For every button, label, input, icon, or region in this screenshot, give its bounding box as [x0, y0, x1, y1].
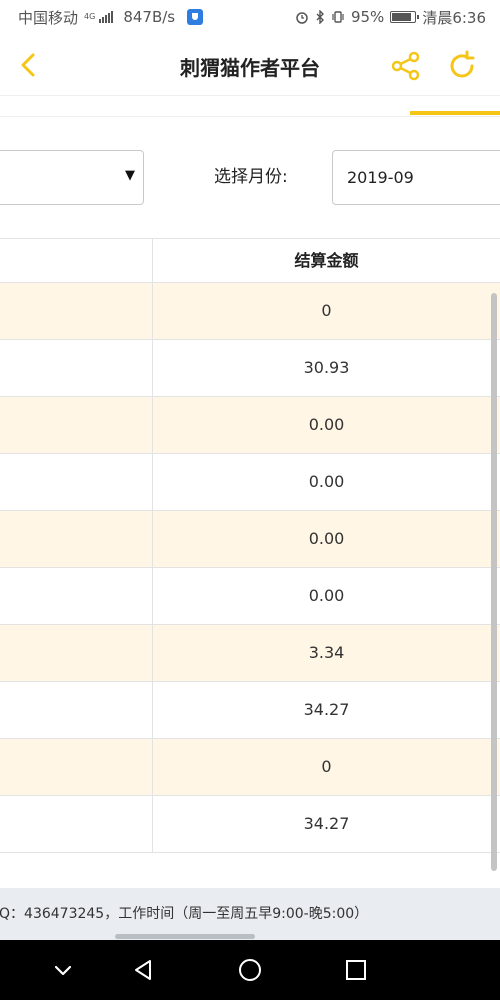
amount-cell: 34.27 — [303, 814, 350, 833]
table-cell — [0, 283, 152, 339]
contact-info-text: QQ：436473245，工作时间（周一至周五早9:00-晚5:00） — [0, 906, 369, 922]
table-header: 结算金额 — [0, 238, 500, 283]
vertical-scrollbar[interactable] — [491, 293, 497, 871]
refresh-icon[interactable] — [446, 50, 478, 82]
table-cell — [0, 739, 152, 795]
share-icon[interactable] — [390, 50, 422, 82]
battery-icon — [390, 11, 420, 23]
amount-cell: 34.27 — [303, 700, 350, 719]
header-settlement-amount: 结算金额 — [294, 251, 359, 270]
amount-cell: 0 — [321, 301, 332, 320]
settlement-table: 结算金额 0 30.93 0.00 0.00 0.00 0.00 3.34 34… — [0, 238, 500, 853]
system-nav-bar — [0, 940, 500, 1000]
table-cell — [0, 796, 152, 852]
active-tab-indicator — [410, 111, 500, 115]
amount-cell: 0.00 — [308, 415, 345, 434]
table-row: 0.00 — [0, 454, 500, 511]
status-left: 中国移动 4G 847B/s — [18, 7, 204, 28]
network-speed: 847B/s — [123, 8, 176, 26]
vibrate-icon — [332, 11, 344, 23]
table-row: 30.93 — [0, 340, 500, 397]
home-indicator[interactable] — [115, 934, 255, 939]
tab-divider — [0, 116, 500, 117]
dropdown-arrow-icon: ▼ — [125, 168, 135, 183]
amount-cell: 0.00 — [308, 586, 345, 605]
table-row: 0.00 — [0, 511, 500, 568]
network-type: 4G — [84, 12, 96, 21]
status-bar: 中国移动 4G 847B/s 95% 清晨6:36 — [0, 0, 500, 34]
amount-cell: 0.00 — [308, 472, 345, 491]
title-bar: 刺猬猫作者平台 — [0, 34, 500, 96]
table-cell — [0, 568, 152, 624]
table-cell — [0, 340, 152, 396]
nav-back-icon[interactable] — [128, 955, 158, 985]
bluetooth-icon — [316, 10, 324, 24]
carrier-label: 中国移动 — [18, 8, 79, 27]
amount-cell: 0 — [321, 757, 332, 776]
page-title: 刺猬猫作者平台 — [180, 56, 320, 80]
category-select[interactable]: ▼ — [0, 150, 144, 205]
clock: 清晨6:36 — [422, 8, 486, 27]
nav-home-icon[interactable] — [235, 955, 265, 985]
table-row: 0.00 — [0, 397, 500, 454]
month-input[interactable]: 2019-09 — [332, 150, 500, 205]
month-label: 选择月份: — [214, 167, 288, 187]
nav-recents-icon[interactable] — [341, 955, 371, 985]
table-cell — [0, 682, 152, 738]
table-cell — [0, 511, 152, 567]
shield-app-icon — [187, 9, 204, 25]
table-row: 34.27 — [0, 796, 500, 853]
table-row: 0.00 — [0, 568, 500, 625]
table-row: 3.34 — [0, 625, 500, 682]
amount-cell: 0.00 — [308, 529, 345, 548]
signal-icon — [99, 11, 114, 23]
table-row: 0 — [0, 739, 500, 796]
table-row: 0 — [0, 283, 500, 340]
status-right: 95% 清晨6:36 — [295, 7, 486, 28]
table-row: 34.27 — [0, 682, 500, 739]
contact-footer: QQ：436473245，工作时间（周一至周五早9:00-晚5:00） — [0, 888, 500, 940]
battery-level — [392, 13, 412, 21]
alarm-icon — [296, 12, 308, 24]
amount-cell: 30.93 — [303, 358, 350, 377]
nav-down-icon[interactable] — [48, 955, 78, 985]
table-cell — [0, 397, 152, 453]
table-cell — [0, 454, 152, 510]
battery-percent: 95% — [350, 8, 385, 26]
amount-cell: 3.34 — [308, 643, 345, 662]
table-cell — [0, 625, 152, 681]
